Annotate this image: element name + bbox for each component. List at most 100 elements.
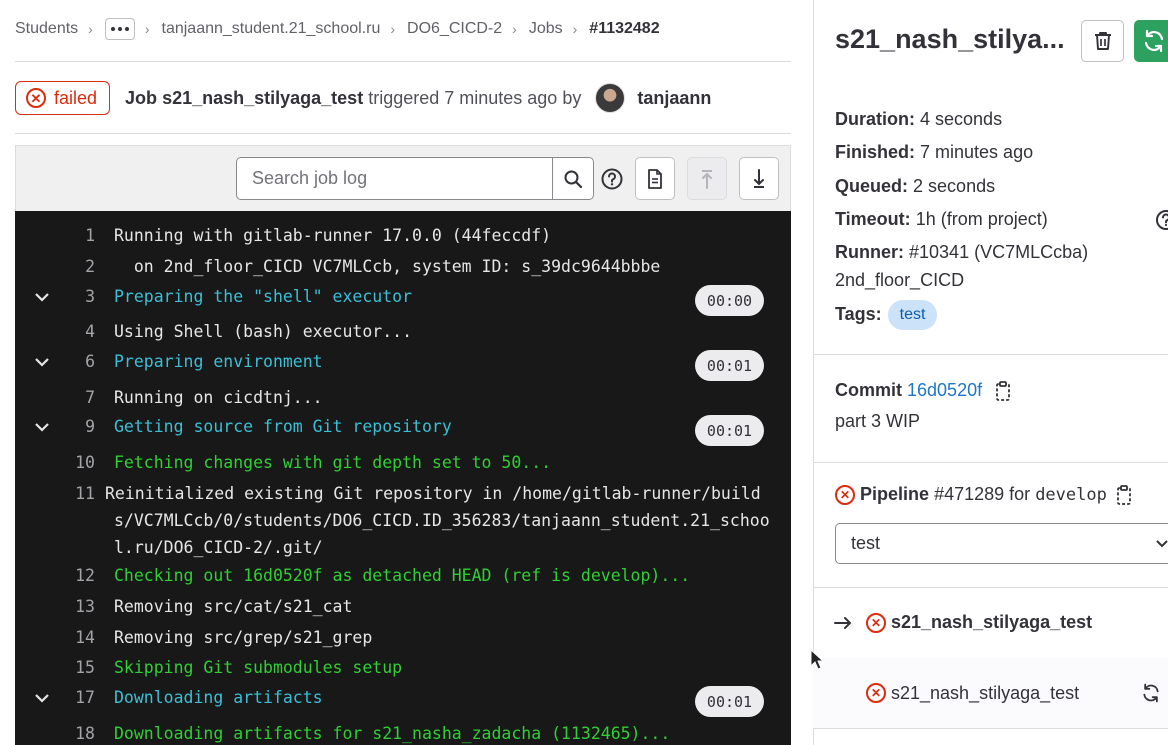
scroll-to-bottom-button[interactable] [739, 157, 779, 200]
job-name: s21_nash_stilyaga_test [162, 87, 364, 108]
retry-icon [1144, 29, 1164, 53]
timeout-row: Timeout: 1h (from project) [835, 209, 1048, 230]
line-number[interactable]: 17 [15, 688, 95, 707]
breadcrumb-students[interactable]: Students [15, 20, 78, 38]
section-duration: 00:01 [695, 415, 764, 446]
job-title: Job s21_nash_stilyaga_test triggered 7 m… [125, 88, 581, 109]
line-number[interactable]: 4 [15, 322, 95, 341]
line-number[interactable]: 7 [15, 388, 95, 407]
line-number[interactable]: 1 [15, 226, 95, 245]
breadcrumb-separator-icon: › [144, 21, 150, 37]
stage-select[interactable]: test [835, 523, 1168, 564]
status-badge[interactable]: ✕ failed [15, 81, 111, 115]
line-number[interactable]: 10 [15, 453, 95, 472]
copy-icon[interactable] [995, 380, 1013, 402]
section-title: Preparing environment [114, 352, 323, 371]
scroll-up-icon [702, 169, 712, 189]
finished-value: 7 minutes ago [920, 142, 1034, 162]
sidebar-job-title: s21_nash_stilya... [835, 24, 1065, 54]
line-text: Running with gitlab-runner 17.0.0 (44fec… [114, 226, 552, 245]
scroll-down-icon [754, 168, 764, 188]
line-number[interactable]: 15 [15, 658, 95, 677]
breadcrumb-separator-icon: › [512, 21, 517, 37]
search-box [236, 157, 594, 200]
line-text: Reinitialized existing Git repository in… [105, 484, 770, 557]
breadcrumb-group[interactable]: tanjaann_student.21_school.ru [162, 20, 381, 38]
section-duration: 00:00 [695, 285, 764, 316]
commit-sha-link[interactable]: 16d0520f [907, 380, 982, 400]
line-number[interactable]: 2 [15, 257, 95, 276]
section-title: Downloading artifacts [114, 688, 323, 707]
finished-row: Finished: 7 minutes ago [835, 142, 1033, 163]
timeout-value: 1h (from project) [915, 209, 1048, 229]
section-title: Preparing the "shell" executor [114, 287, 413, 306]
line-number[interactable]: 11 [15, 484, 95, 503]
pipeline-link[interactable]: #471289 [934, 484, 1004, 504]
commit-label: Commit [835, 380, 902, 400]
job-log: 1 Running with gitlab-runner 17.0.0 (44f… [15, 211, 791, 745]
queued-label: Queued: [835, 176, 909, 196]
line-number[interactable]: 9 [15, 417, 95, 436]
breadcrumb-more-button[interactable] [104, 18, 135, 40]
tag-badge: test [887, 300, 938, 330]
line-number[interactable]: 13 [15, 597, 95, 616]
pipeline-ref[interactable]: develop [1035, 485, 1107, 505]
job-failed-icon: ✕ [866, 613, 886, 633]
retry-job-icon[interactable] [1141, 683, 1161, 703]
line-number[interactable]: 14 [15, 628, 95, 647]
retry-button[interactable] [1134, 20, 1168, 62]
line-text: Checking out 16d0520f as detached HEAD (… [114, 566, 691, 585]
queued-row: Queued: 2 seconds [835, 176, 995, 197]
runner-row: Runner: #10341 (VC7MLCcba) [835, 242, 1088, 263]
erase-log-button[interactable] [1081, 20, 1124, 62]
line-text: Fetching changes with git depth set to 5… [114, 453, 552, 472]
line-text: on 2nd_floor_CICD VC7MLCcb, system ID: s… [114, 257, 661, 276]
runner-value[interactable]: #10341 (VC7MLCcba) [909, 242, 1088, 262]
avatar[interactable] [595, 83, 626, 113]
timeout-help-icon[interactable] [1155, 209, 1168, 231]
sidebar-job-item[interactable]: ✕ s21_nash_stilyaga_test [813, 588, 1168, 658]
sidebar-job-item[interactable]: ✕ s21_nash_stilyaga_test [813, 658, 1168, 728]
show-raw-button[interactable] [635, 157, 675, 200]
breadcrumb-project[interactable]: DO6_CICD-2 [407, 20, 502, 38]
author-link[interactable]: tanjaann [637, 88, 711, 109]
duration-label: Duration: [835, 109, 915, 129]
breadcrumb-separator-icon: › [572, 21, 578, 37]
line-text: Removing src/cat/s21_cat [114, 597, 353, 616]
search-input[interactable] [237, 158, 552, 199]
queued-value: 2 seconds [913, 176, 996, 196]
status-failed-icon: ✕ [26, 88, 46, 108]
line-number[interactable]: 18 [15, 724, 95, 743]
runner-label: Runner: [835, 242, 904, 262]
help-icon[interactable] [601, 168, 623, 190]
copy-ref-icon[interactable] [1116, 484, 1134, 506]
line-number[interactable]: 3 [15, 287, 95, 306]
status-label: failed [54, 87, 98, 108]
line-text: Downloading artifacts for s21_nasha_zada… [114, 724, 671, 743]
line-text: Using Shell (bash) executor... [114, 322, 413, 341]
line-text: Skipping Git submodules setup [114, 658, 403, 677]
breadcrumb-current-job[interactable]: #1132482 [589, 20, 659, 38]
job-header: ✕ failed Job s21_nash_stilyaga_test trig… [15, 80, 711, 116]
line-number[interactable]: 12 [15, 566, 95, 585]
trash-icon [1094, 32, 1111, 50]
finished-label: Finished: [835, 142, 915, 162]
divider [813, 354, 1168, 355]
job-failed-icon: ✕ [866, 683, 886, 703]
breadcrumb-jobs[interactable]: Jobs [529, 20, 563, 38]
sidebar-job-name: s21_nash_stilyaga_test [891, 683, 1080, 703]
pipeline-failed-icon[interactable]: ✕ [835, 485, 855, 506]
duration-value: 4 seconds [920, 109, 1003, 129]
job-triggered-text: triggered 7 minutes ago by [368, 87, 582, 108]
pipeline-for: for [1009, 484, 1031, 504]
line-number[interactable]: 6 [15, 352, 95, 371]
search-button[interactable] [552, 158, 593, 199]
section-duration: 00:01 [695, 350, 764, 381]
scroll-to-top-button[interactable] [687, 157, 727, 200]
breadcrumb-separator-icon: › [88, 21, 93, 37]
chevron-down-icon [1156, 540, 1168, 548]
breadcrumb: Students › › tanjaann_student.21_school.… [15, 17, 660, 41]
pipeline-row: ✕ Pipeline #471289 for develop [835, 484, 1134, 506]
divider [15, 133, 791, 134]
document-icon [648, 168, 662, 189]
